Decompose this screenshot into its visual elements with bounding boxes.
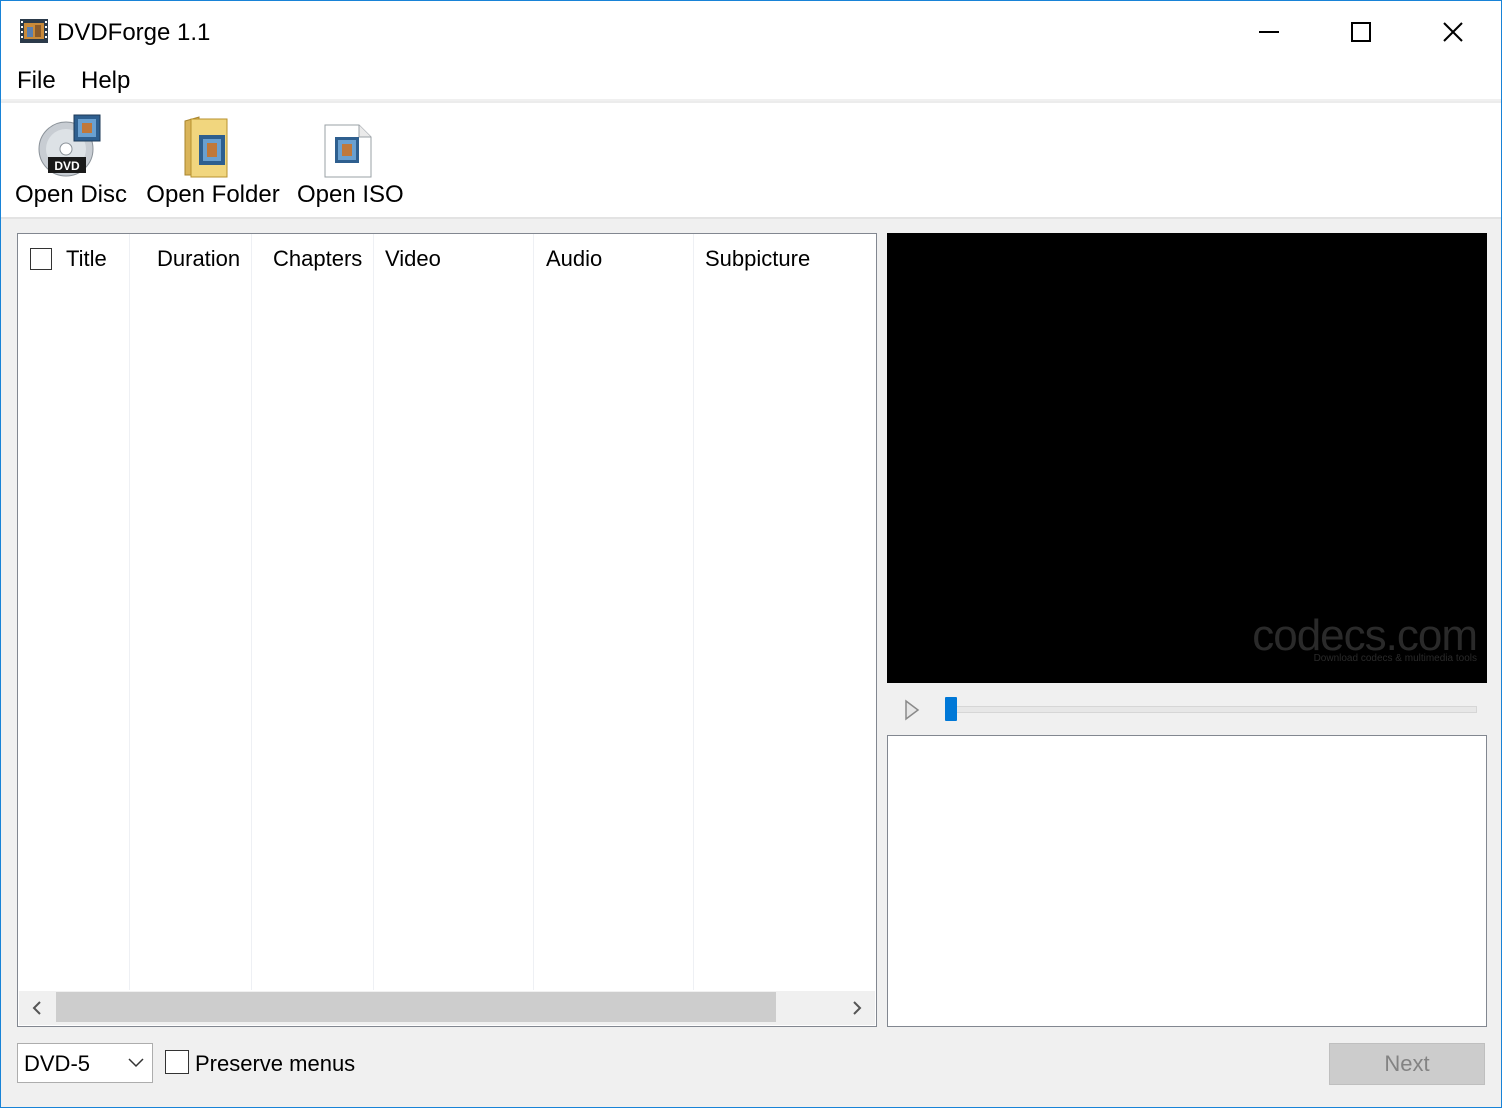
column-chapters[interactable]: Chapters [273, 246, 362, 272]
title-bar[interactable]: DVDForge 1.1 [1, 1, 1501, 63]
scroll-right-icon[interactable] [851, 1000, 863, 1016]
horizontal-scrollbar[interactable] [19, 991, 875, 1025]
play-icon[interactable] [903, 699, 921, 721]
open-disc-label: Open Disc [14, 181, 128, 208]
toolbar: DVD Open Disc Open Folder Open ISO [1, 101, 1501, 219]
window-title: DVDForge 1.1 [57, 19, 211, 46]
maximize-icon [1351, 22, 1371, 42]
open-disc-button[interactable]: DVD Open Disc [13, 103, 129, 215]
column-video[interactable]: Video [385, 246, 441, 272]
column-divider[interactable] [693, 234, 694, 990]
open-iso-label: Open ISO [297, 181, 404, 208]
select-all-checkbox[interactable] [30, 248, 52, 270]
preserve-menus-label[interactable]: Preserve menus [195, 1051, 355, 1077]
scrollbar-thumb[interactable] [56, 992, 776, 1022]
disc-type-dropdown[interactable]: DVD-5 [17, 1043, 153, 1083]
column-divider[interactable] [373, 234, 374, 990]
info-panel [887, 735, 1487, 1027]
column-subpicture[interactable]: Subpicture [705, 246, 810, 272]
column-title[interactable]: Title [66, 246, 107, 272]
column-divider[interactable] [251, 234, 252, 990]
minimize-icon [1259, 31, 1279, 33]
close-button[interactable] [1407, 1, 1499, 63]
open-folder-label: Open Folder [146, 181, 280, 208]
menu-bar: File Help [1, 63, 1501, 99]
disc-type-value: DVD-5 [24, 1051, 91, 1076]
titles-list[interactable]: Title Duration Chapters Video Audio Subp… [17, 233, 877, 1027]
open-folder-button[interactable]: Open Folder [143, 103, 283, 215]
next-button[interactable]: Next [1329, 1043, 1485, 1085]
video-preview: codecs.com Download codecs & multimedia … [887, 233, 1487, 683]
maximize-button[interactable] [1315, 1, 1407, 63]
preserve-menus-checkbox[interactable] [165, 1050, 189, 1074]
column-audio[interactable]: Audio [546, 246, 602, 272]
scroll-left-icon[interactable] [31, 1000, 43, 1016]
column-duration[interactable]: Duration [157, 246, 240, 272]
seek-track[interactable] [947, 706, 1477, 713]
column-divider[interactable] [129, 234, 130, 990]
menu-file[interactable]: File [17, 67, 56, 95]
chevron-down-icon [128, 1058, 144, 1068]
seek-slider-thumb[interactable] [945, 697, 957, 721]
column-divider[interactable] [533, 234, 534, 990]
dvd-disc-icon: DVD [38, 114, 101, 177]
close-icon [1443, 22, 1463, 42]
app-window: DVDForge 1.1 File Help DVD Open Disc Ope… [0, 0, 1502, 1108]
app-film-icon [19, 17, 49, 45]
minimize-button[interactable] [1223, 1, 1315, 63]
folder-icon [184, 116, 228, 178]
dvd-badge: DVD [54, 159, 80, 173]
menu-help[interactable]: Help [81, 67, 130, 95]
iso-file-icon [324, 124, 372, 178]
watermark-subtitle: Download codecs & multimedia tools [1313, 653, 1477, 664]
open-iso-button[interactable]: Open ISO [297, 103, 404, 215]
